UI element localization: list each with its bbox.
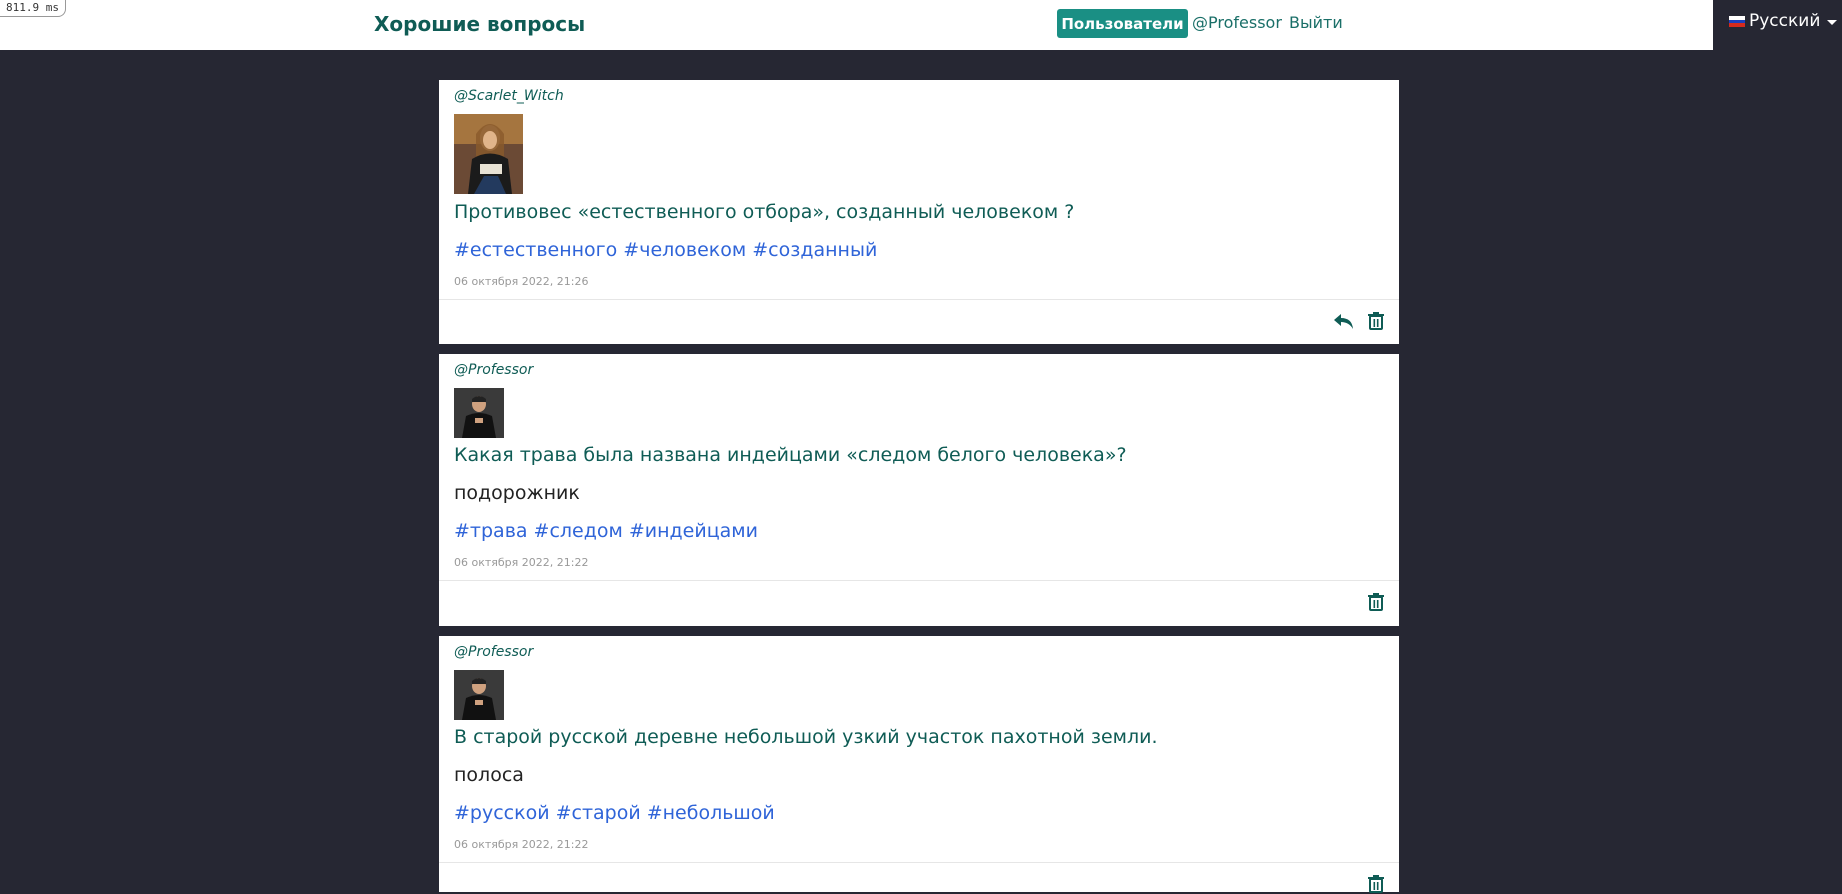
tag-link[interactable]: #следом <box>534 520 623 542</box>
chevron-down-icon <box>1827 20 1838 25</box>
tag-link[interactable]: #трава <box>454 520 528 542</box>
users-button[interactable]: Пользователи <box>1057 9 1188 38</box>
trash-icon[interactable] <box>1366 311 1386 331</box>
russian-flag-icon <box>1729 16 1745 27</box>
language-dropdown[interactable]: Русский <box>1713 0 1842 50</box>
top-navbar: Хорошие вопросы Пользователи @Professor … <box>0 0 1713 50</box>
tag-link[interactable]: #человеком <box>623 239 746 261</box>
question-title[interactable]: В старой русской деревне небольшой узкий… <box>454 726 1158 748</box>
avatar <box>454 114 523 194</box>
render-timer: 811.9 ms <box>0 0 66 17</box>
trash-icon[interactable] <box>1366 592 1386 612</box>
tag-link[interactable]: #русской <box>454 802 550 824</box>
tag-link[interactable]: #созданный <box>752 239 877 261</box>
reply-icon[interactable] <box>1332 311 1356 331</box>
tag-list: #русской #старой #небольшой <box>454 802 781 824</box>
tag-link[interactable]: #естественного <box>454 239 617 261</box>
post-date: 06 октября 2022, 21:26 <box>454 275 589 288</box>
tag-link[interactable]: #небольшой <box>647 802 775 824</box>
tag-link[interactable]: #индейцами <box>629 520 758 542</box>
question-title[interactable]: Противовес «естественного отбора», созда… <box>454 201 1074 223</box>
tag-list: #естественного #человеком #созданный <box>454 239 883 261</box>
post-date: 06 октября 2022, 21:22 <box>454 556 589 569</box>
language-label: Русский <box>1749 11 1821 31</box>
question-card: @Scarlet_Witch Противовес «естественного… <box>439 80 1399 344</box>
answer-text: подорожник <box>454 482 580 504</box>
card-divider <box>439 580 1399 581</box>
post-author[interactable]: @Professor <box>454 362 533 378</box>
tag-list: #трава #следом #индейцами <box>454 520 764 542</box>
card-divider <box>439 299 1399 300</box>
avatar <box>454 388 504 438</box>
question-card: @Professor В старой русской деревне небо… <box>439 636 1399 894</box>
logout-link[interactable]: Выйти <box>1289 13 1343 33</box>
post-author[interactable]: @Scarlet_Witch <box>454 88 564 104</box>
post-date: 06 октября 2022, 21:22 <box>454 838 589 851</box>
post-author[interactable]: @Professor <box>454 644 533 660</box>
card-divider <box>439 862 1399 863</box>
tag-link[interactable]: #старой <box>556 802 641 824</box>
brand-title[interactable]: Хорошие вопросы <box>374 11 585 37</box>
answer-text: полоса <box>454 764 524 786</box>
trash-icon[interactable] <box>1366 874 1386 894</box>
avatar <box>454 670 504 720</box>
current-user-link[interactable]: @Professor <box>1192 13 1282 33</box>
question-title[interactable]: Какая трава была названа индейцами «след… <box>454 444 1127 466</box>
question-card: @Professor Какая трава была названа инде… <box>439 354 1399 626</box>
